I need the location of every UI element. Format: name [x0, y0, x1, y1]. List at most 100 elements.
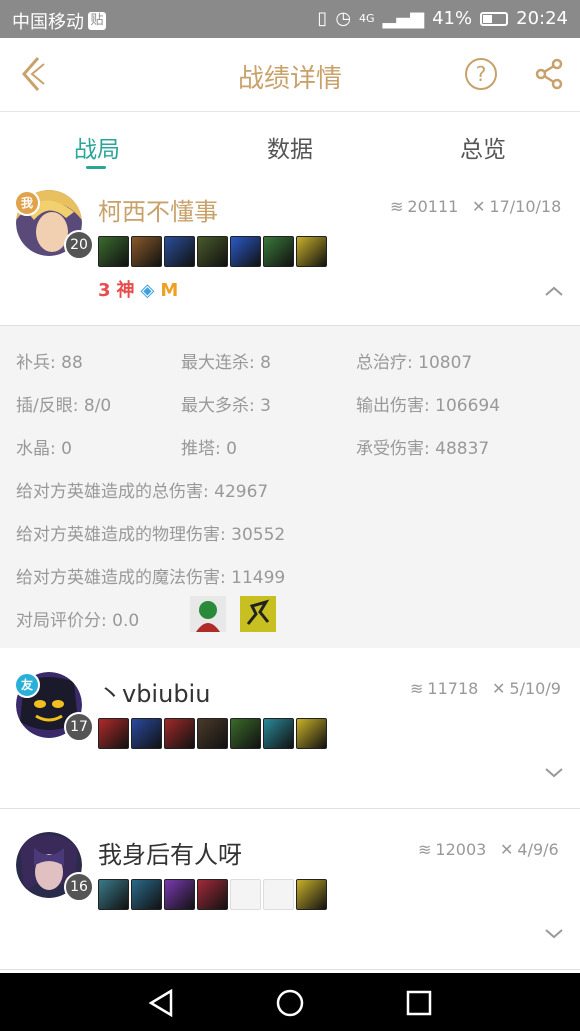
kda-value: 5/10/9 — [509, 679, 561, 698]
clock: 20:24 — [516, 8, 568, 29]
item-slot — [131, 879, 162, 910]
item-slot — [197, 879, 228, 910]
coin-icon: ≋ — [418, 840, 432, 859]
item-slot — [164, 236, 195, 267]
chevron-down-icon[interactable] — [544, 927, 564, 941]
item-slot-empty — [230, 879, 261, 910]
item-slot — [131, 236, 162, 267]
divider — [0, 969, 580, 970]
player-tag: 友 — [14, 672, 40, 698]
item-list — [98, 236, 327, 267]
stat-item: 给对方英雄造成的魔法伤害: 11499 — [16, 568, 286, 588]
item-slot — [296, 879, 327, 910]
item-slot — [197, 236, 228, 267]
swords-icon: ✕ — [492, 679, 506, 698]
carrier-badge: 贴 — [88, 12, 106, 30]
battery-percent: 41% — [432, 8, 473, 29]
stat-item: 补兵: 88 — [16, 353, 83, 373]
achievement-badge: 3 — [98, 280, 111, 301]
achievement-badge: 神 — [116, 280, 135, 301]
item-slot — [197, 718, 228, 749]
stat-item: 给对方英雄造成的物理伤害: 30552 — [16, 525, 286, 545]
stat-item: 推塔: 0 — [181, 439, 237, 459]
player-name: 丶vbiubiu — [98, 680, 211, 708]
tab-data[interactable]: 数据 — [230, 130, 350, 164]
item-slot — [98, 236, 129, 267]
swords-icon: ✕ — [500, 840, 514, 859]
achievement-badge: M — [160, 280, 179, 301]
item-slot — [164, 718, 195, 749]
help-icon[interactable]: ? — [465, 58, 497, 90]
kda-stat: ✕ 5/10/9 — [492, 679, 561, 698]
stat-item: 最大连杀: 8 — [181, 353, 271, 373]
stat-item: 水晶: 0 — [16, 439, 72, 459]
item-slot — [230, 236, 261, 267]
hero-level: 17 — [64, 712, 94, 742]
hero-level: 16 — [64, 872, 94, 902]
carrier-name: 中国移动 — [12, 12, 84, 33]
gold-value: 20111 — [407, 197, 459, 216]
stat-item: 对局评价分: 0.0 — [16, 611, 140, 631]
skill-icon — [240, 596, 276, 632]
status-bar: 中国移动 贴 ▯ ◷ 4G ▂▄▆ 41% 20:24 — [0, 0, 580, 38]
signal-icon: ▂▄▆ — [382, 8, 425, 29]
alarm-icon: ◷ — [335, 8, 352, 29]
item-slot — [263, 718, 294, 749]
stat-item: 输出伤害: 106694 — [356, 396, 501, 416]
gold-stat: ≋ 12003 — [418, 840, 486, 859]
kda-stat: ✕ 4/9/6 — [500, 840, 559, 859]
stats-panel: 补兵: 88 最大连杀: 8 总治疗: 10807 插/反眼: 8/0 最大多杀… — [0, 325, 580, 649]
nav-back-icon[interactable] — [148, 989, 174, 1017]
swords-icon: ✕ — [472, 197, 486, 216]
achievement-badges: 3 神 ◈ M — [98, 280, 178, 302]
coin-icon: ≋ — [410, 679, 424, 698]
share-icon[interactable] — [533, 58, 565, 90]
player-name: 柯西不懂事 — [98, 198, 218, 226]
kda-value: 17/10/18 — [489, 197, 562, 216]
player-name: 我身后有人呀 — [98, 841, 242, 869]
item-slot — [296, 236, 327, 267]
item-slot — [263, 236, 294, 267]
nav-recents-icon[interactable] — [406, 990, 432, 1016]
item-slot — [98, 718, 129, 749]
tab-overview[interactable]: 总览 — [423, 130, 543, 164]
item-slot — [296, 718, 327, 749]
tab-active-indicator — [86, 166, 106, 169]
item-slot — [131, 718, 162, 749]
tab-bar: 战局 数据 总览 — [0, 112, 580, 178]
rating-medal-icon — [190, 596, 226, 632]
item-slot — [164, 879, 195, 910]
achievement-badge: ◈ — [140, 280, 155, 301]
kda-stat: ✕ 17/10/18 — [472, 197, 561, 216]
gold-stat: ≋ 20111 — [390, 197, 458, 216]
network-type: 4G — [359, 12, 375, 25]
item-slot — [98, 879, 129, 910]
chevron-down-icon[interactable] — [544, 766, 564, 780]
battery-icon — [480, 11, 509, 26]
hero-level: 20 — [64, 230, 94, 260]
system-nav-bar — [0, 973, 580, 1031]
stat-item: 给对方英雄造成的总伤害: 42967 — [16, 482, 269, 502]
app-header: 战绩详情 ? — [0, 38, 580, 112]
player-tag: 我 — [14, 190, 40, 216]
gold-stat: ≋ 11718 — [410, 679, 478, 698]
chevron-up-icon[interactable] — [544, 284, 564, 298]
nav-home-icon[interactable] — [276, 989, 304, 1017]
gold-value: 12003 — [435, 840, 487, 859]
tab-battle[interactable]: 战局 — [37, 130, 157, 164]
kda-value: 4/9/6 — [517, 840, 559, 859]
player-card[interactable]: 我 20 柯西不懂事 ≋ 20111 ✕ 17/10/18 3 神 ◈ M — [0, 178, 580, 325]
vibrate-icon: ▯ — [317, 8, 328, 29]
stat-item: 最大多杀: 3 — [181, 396, 271, 416]
stat-item: 插/反眼: 8/0 — [16, 396, 112, 416]
item-list — [98, 718, 327, 749]
item-slot-empty — [263, 879, 294, 910]
player-card[interactable]: 友 17 丶vbiubiu ≋ 11718 ✕ 5/10/9 — [0, 648, 580, 808]
player-card[interactable]: 16 我身后有人呀 ≋ 12003 ✕ 4/9/6 — [0, 809, 580, 969]
item-slot — [230, 718, 261, 749]
coin-icon: ≋ — [390, 197, 404, 216]
stat-item: 总治疗: 10807 — [356, 353, 473, 373]
item-list — [98, 879, 327, 910]
gold-value: 11718 — [427, 679, 479, 698]
stat-item: 承受伤害: 48837 — [356, 439, 490, 459]
